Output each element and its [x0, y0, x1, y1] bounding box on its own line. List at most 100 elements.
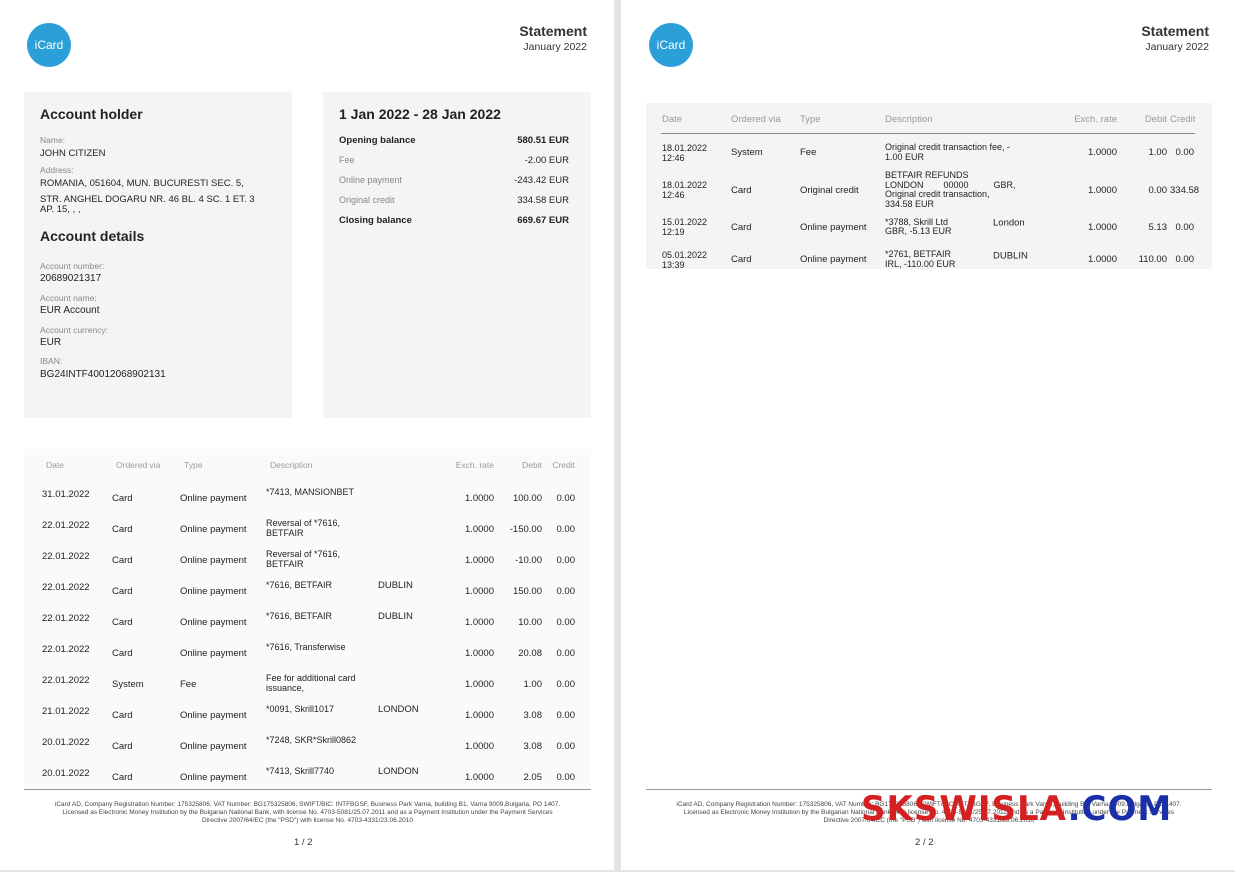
account-holder-panel: Account holder Name: JOHN CITIZEN Addres…: [24, 92, 292, 418]
table-body: 18.01.2022 12:46 System Fee Original credit …: [646, 135, 1212, 275]
row-exch-rate: 1.0000: [464, 709, 494, 721]
row-ordered-via: Card: [112, 740, 133, 752]
row-description: BETFAIR REFUNDS LONDON 00000 GBR, Original…: [883, 170, 1049, 210]
row-date: 21.01.2022: [42, 706, 90, 717]
col-date: Date: [46, 460, 64, 470]
summary-label: Online payment: [339, 175, 403, 185]
summary-value: 669.67 EUR: [517, 215, 569, 226]
icard-logo: iCard: [649, 23, 693, 67]
statement-page-1: iCard Statement January 2022 Account hol…: [0, 0, 614, 870]
account-details-heading: Account details: [40, 228, 145, 244]
row-description-line: 1.00 EUR: [885, 151, 925, 162]
row-description: *7413, Skrill7740 LONDON: [264, 760, 438, 791]
page-number: 2 / 2: [915, 837, 934, 848]
statement-title: Statement: [519, 23, 587, 39]
row-city: DUBLIN: [993, 249, 1028, 261]
col-type: Type: [184, 460, 203, 470]
row-exch-rate: 1.0000: [464, 492, 494, 504]
statement-page-2: iCard Statement January 2022 Date Ordere…: [621, 0, 1235, 870]
footer-text: iCard AD, Company Registration Number: 1…: [24, 801, 591, 825]
row-city: DUBLIN: [378, 611, 413, 622]
row-credit: 0.00: [556, 740, 576, 752]
table-row: 20.01.2022 Card Online payment *7248, SKR*S…: [24, 729, 591, 760]
col-debit: Debit: [1144, 113, 1167, 125]
row-credit: 0.00: [556, 678, 576, 690]
row-city: London: [993, 217, 1025, 229]
row-ordered-via: Card: [112, 709, 133, 721]
summary-row-closing: Closing balance 669.67 EUR: [339, 215, 569, 235]
summary-rows: Opening balance 580.51 EUR Fee -2.00 EUR O…: [339, 135, 569, 235]
transactions-table-page-1: Date Ordered via Type Description Exch. …: [24, 449, 591, 791]
row-date: 05.01.2022 13:39: [646, 244, 729, 275]
row-date: 22.01.2022: [42, 675, 90, 686]
table-row: 18.01.2022 12:46 System Fee Original credit …: [646, 135, 1212, 170]
row-credit: 334.58: [1170, 184, 1200, 196]
row-type: Fee: [800, 147, 817, 158]
row-date: 15.01.2022 12:19: [646, 210, 729, 244]
row-exch-rate: 1.0000: [464, 616, 494, 628]
row-date: 22.01.2022: [42, 520, 90, 531]
watermark-part-2: .COM: [1067, 789, 1173, 829]
table-body: 31.01.2022 Card Online payment *7413, MANSI…: [24, 481, 591, 791]
row-date: 20.01.2022: [42, 768, 90, 779]
row-type: Online payment: [180, 492, 247, 504]
row-ordered-via: Card: [112, 554, 133, 566]
account-number-label: Account number:: [40, 261, 105, 271]
row-description: Fee for additional card issuance,: [264, 667, 438, 698]
logo-text: iCard: [34, 38, 64, 52]
row-credit: 0.00: [556, 585, 576, 597]
table-row: 31.01.2022 Card Online payment *7413, MANSI…: [24, 481, 591, 512]
row-date: 18.01.2022 12:46: [646, 170, 729, 210]
row-description-text: Reversal of *7616, BETFAIR: [266, 518, 341, 538]
row-exch-rate: 1.0000: [464, 771, 494, 783]
col-description: Description: [270, 460, 313, 470]
row-credit: 0.00: [556, 616, 576, 628]
holder-name: JOHN CITIZEN: [40, 148, 106, 159]
row-city: LONDON: [378, 766, 419, 777]
row-type: Online payment: [180, 585, 247, 597]
transactions-table-page-2: Date Ordered via Type Description Exch. …: [646, 103, 1212, 275]
icard-logo: iCard: [27, 23, 71, 67]
col-type: Type: [800, 113, 821, 125]
row-description-text: *7248, SKR*Skrill0862: [266, 735, 357, 745]
summary-value: -243.42 EUR: [514, 175, 569, 186]
table-row: 21.01.2022 Card Online payment *0091, Skril…: [24, 698, 591, 729]
row-type: Online payment: [180, 647, 247, 659]
footer-line-3: Directive 2007/64/EC (the "PSD") with li…: [202, 817, 413, 824]
row-date-day: 18.01.2022: [662, 142, 708, 153]
row-description-text: *7413, Skrill7740: [266, 766, 335, 776]
row-debit: -150.00: [509, 523, 542, 535]
summary-label: Fee: [339, 155, 355, 165]
row-description: *0091, Skrill1017 LONDON: [264, 698, 438, 729]
row-type: Online payment: [180, 740, 247, 752]
row-description: *7248, SKR*Skrill0862: [264, 729, 438, 760]
row-date: 20.01.2022: [42, 737, 90, 748]
period-heading: 1 Jan 2022 - 28 Jan 2022: [339, 106, 501, 122]
summary-label: Original credit: [339, 195, 395, 205]
row-exch-rate: 1.0000: [464, 585, 494, 597]
logo-text: iCard: [656, 38, 686, 52]
table-row: 05.01.2022 13:39 Card Online payment *2761, …: [646, 244, 1212, 275]
col-exch-rate: Exch. rate: [455, 460, 494, 470]
row-debit: 110.00: [1138, 254, 1167, 265]
row-description: *7413, MANSIONBET: [264, 481, 438, 512]
account-currency: EUR: [40, 337, 62, 348]
row-credit: 0.00: [1175, 147, 1195, 158]
footer-line-1: iCard AD, Company Registration Number: 1…: [54, 801, 561, 808]
row-date: 22.01.2022: [42, 613, 90, 624]
row-exch-rate: 1.0000: [1087, 254, 1117, 265]
row-date-day: 15.01.2022: [662, 217, 708, 227]
row-description: Reversal of *7616, BETFAIR: [264, 512, 438, 543]
row-city: LONDON: [378, 704, 419, 715]
row-exch-rate: 1.0000: [464, 523, 494, 535]
row-exch-rate: 1.0000: [1087, 221, 1117, 233]
row-credit: 0.00: [556, 647, 576, 659]
row-debit: 10.00: [518, 616, 542, 628]
name-label: Name:: [40, 135, 66, 145]
footer-rule: [24, 789, 591, 790]
row-description-text: *7413, MANSIONBET: [266, 487, 355, 497]
row-debit: -10.00: [515, 554, 542, 566]
statement-title: Statement: [1141, 23, 1209, 39]
row-ordered-via: Card: [112, 647, 133, 659]
summary-row-fee: Fee -2.00 EUR: [339, 155, 569, 175]
